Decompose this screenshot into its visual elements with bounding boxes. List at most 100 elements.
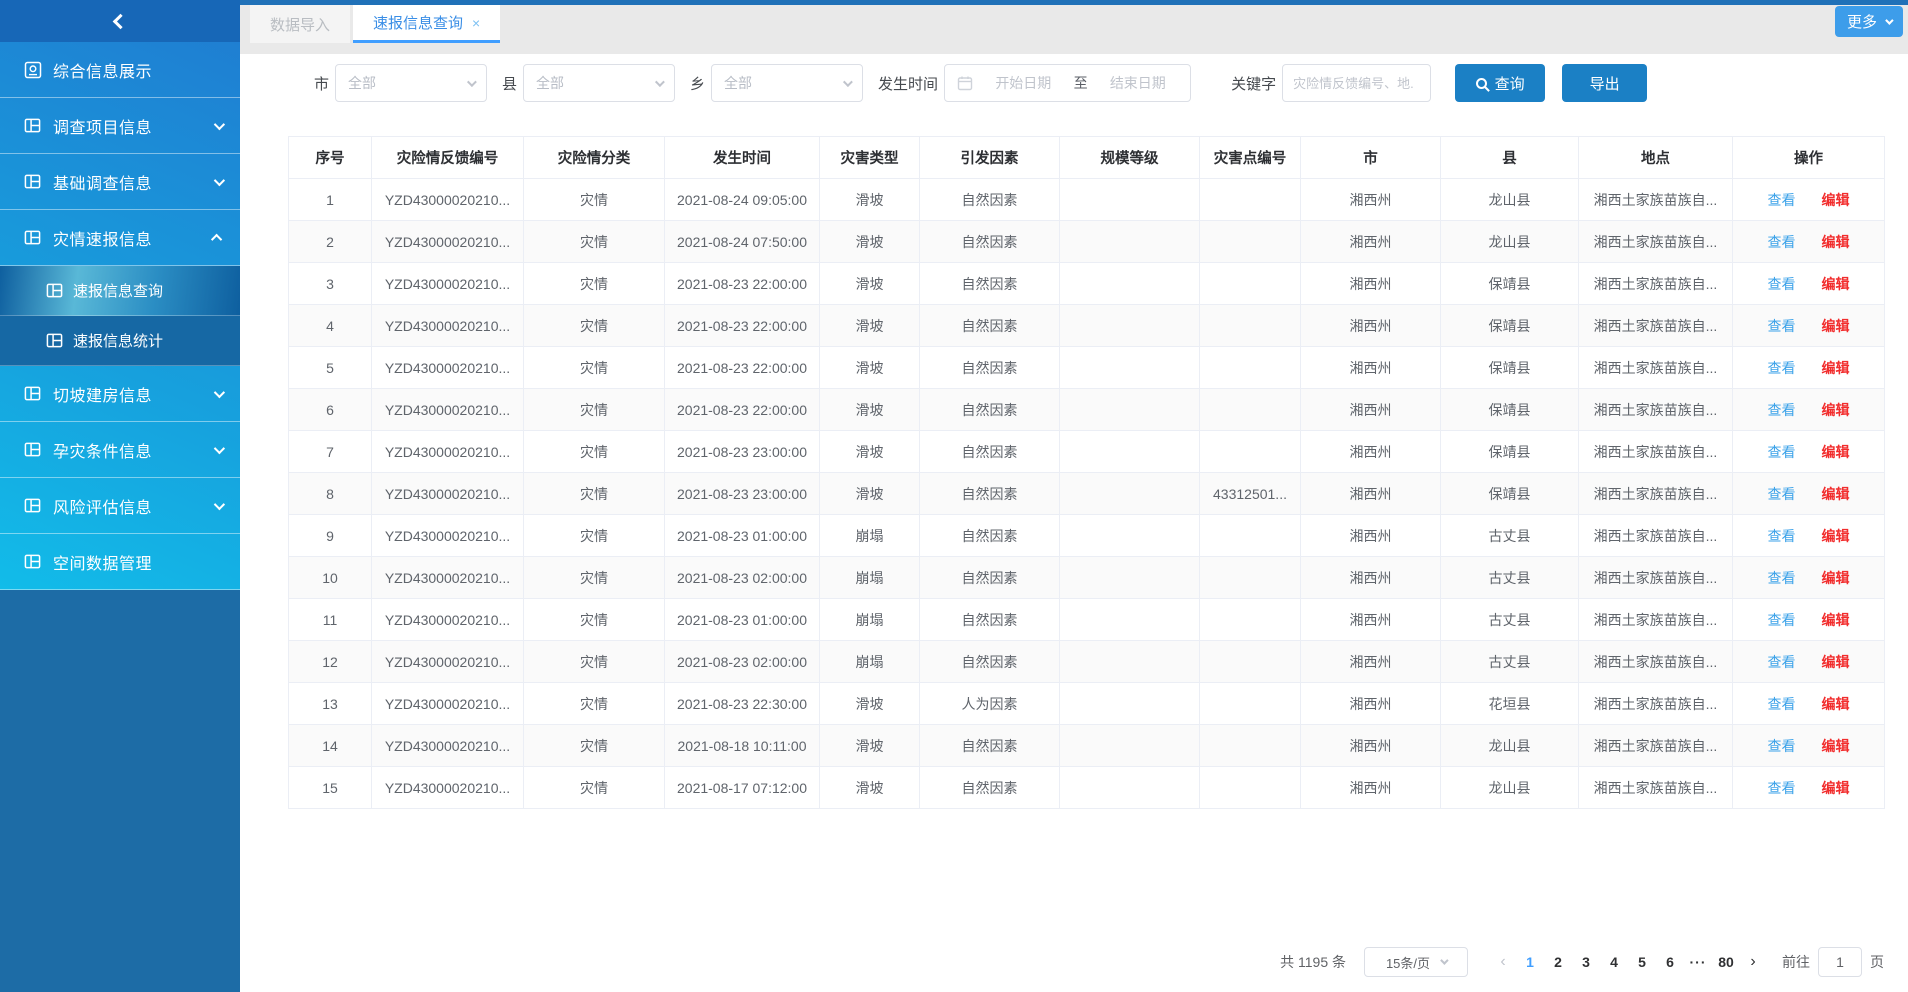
edit-link[interactable]: 编辑 bbox=[1822, 696, 1850, 712]
dashboard-icon bbox=[24, 61, 42, 79]
town-filter-label: 乡 bbox=[690, 73, 705, 94]
view-link[interactable]: 查看 bbox=[1768, 570, 1796, 586]
view-link[interactable]: 查看 bbox=[1768, 234, 1796, 250]
search-button[interactable]: 查询 bbox=[1455, 64, 1545, 102]
next-page-button[interactable]: › bbox=[1740, 953, 1766, 971]
edit-link[interactable]: 编辑 bbox=[1822, 402, 1850, 418]
view-link[interactable]: 查看 bbox=[1768, 654, 1796, 670]
town-select[interactable]: 全部 bbox=[711, 64, 863, 102]
table-cell-category: 灾情 bbox=[524, 599, 665, 641]
page-button[interactable]: 5 bbox=[1628, 948, 1656, 976]
sidebar-item[interactable]: 调查项目信息 bbox=[0, 98, 240, 154]
table-cell-city: 湘西州 bbox=[1301, 641, 1441, 683]
view-link[interactable]: 查看 bbox=[1768, 192, 1796, 208]
view-link[interactable]: 查看 bbox=[1768, 528, 1796, 544]
tab[interactable]: 速报信息查询× bbox=[353, 5, 500, 43]
edit-link[interactable]: 编辑 bbox=[1822, 570, 1850, 586]
page-button[interactable]: 80 bbox=[1712, 948, 1740, 976]
table-icon bbox=[24, 385, 42, 403]
prev-page-button[interactable]: ‹ bbox=[1490, 953, 1516, 971]
view-link[interactable]: 查看 bbox=[1768, 402, 1796, 418]
more-button[interactable]: 更多 bbox=[1835, 6, 1903, 37]
page-button[interactable]: 4 bbox=[1600, 948, 1628, 976]
table-cell-scale bbox=[1060, 641, 1200, 683]
table-cell-county: 龙山县 bbox=[1441, 179, 1579, 221]
table-cell-type: 滑坡 bbox=[820, 389, 920, 431]
edit-link[interactable]: 编辑 bbox=[1822, 360, 1850, 376]
table-icon bbox=[24, 441, 42, 459]
goto-page-input[interactable] bbox=[1818, 947, 1862, 977]
edit-link[interactable]: 编辑 bbox=[1822, 234, 1850, 250]
sidebar-item[interactable]: 孕灾条件信息 bbox=[0, 422, 240, 478]
search-button-label: 查询 bbox=[1495, 73, 1525, 94]
edit-link[interactable]: 编辑 bbox=[1822, 444, 1850, 460]
table-cell-no: 1 bbox=[289, 179, 372, 221]
view-link[interactable]: 查看 bbox=[1768, 612, 1796, 628]
view-link[interactable]: 查看 bbox=[1768, 318, 1796, 334]
table-cell-type: 滑坡 bbox=[820, 431, 920, 473]
table-cell-code: YZD43000020210... bbox=[372, 683, 524, 725]
county-select[interactable]: 全部 bbox=[523, 64, 675, 102]
edit-link[interactable]: 编辑 bbox=[1822, 738, 1850, 754]
date-range-input[interactable]: 开始日期 至 结束日期 bbox=[944, 64, 1191, 102]
table-cell-actions: 查看 编辑 bbox=[1733, 557, 1885, 599]
view-link[interactable]: 查看 bbox=[1768, 360, 1796, 376]
table-cell-no: 2 bbox=[289, 221, 372, 263]
page-button[interactable]: 2 bbox=[1544, 948, 1572, 976]
table-cell-code: YZD43000020210... bbox=[372, 473, 524, 515]
sidebar-item[interactable]: 风险评估信息 bbox=[0, 478, 240, 534]
goto-suffix-label: 页 bbox=[1870, 952, 1884, 972]
table-cell-location: 湘西土家族苗族自... bbox=[1579, 515, 1733, 557]
edit-link[interactable]: 编辑 bbox=[1822, 192, 1850, 208]
edit-link[interactable]: 编辑 bbox=[1822, 654, 1850, 670]
table-cell-county: 龙山县 bbox=[1441, 767, 1579, 809]
table-cell-type: 滑坡 bbox=[820, 263, 920, 305]
table-cell-scale bbox=[1060, 347, 1200, 389]
view-link[interactable]: 查看 bbox=[1768, 780, 1796, 796]
edit-link[interactable]: 编辑 bbox=[1822, 486, 1850, 502]
edit-link[interactable]: 编辑 bbox=[1822, 276, 1850, 292]
tab[interactable]: 数据导入 bbox=[250, 5, 350, 43]
edit-link[interactable]: 编辑 bbox=[1822, 612, 1850, 628]
edit-link[interactable]: 编辑 bbox=[1822, 780, 1850, 796]
view-link[interactable]: 查看 bbox=[1768, 738, 1796, 754]
view-link[interactable]: 查看 bbox=[1768, 276, 1796, 292]
table-cell-location: 湘西土家族苗族自... bbox=[1579, 389, 1733, 431]
table-cell-time: 2021-08-23 22:00:00 bbox=[665, 263, 820, 305]
sidebar-subitem[interactable]: 速报信息统计 bbox=[0, 316, 240, 366]
page-button[interactable]: 1 bbox=[1516, 948, 1544, 976]
table-cell-factor: 自然因素 bbox=[920, 557, 1060, 599]
view-link[interactable]: 查看 bbox=[1768, 486, 1796, 502]
table-cell-time: 2021-08-23 02:00:00 bbox=[665, 557, 820, 599]
table-cell-location: 湘西土家族苗族自... bbox=[1579, 347, 1733, 389]
table-cell-scale bbox=[1060, 725, 1200, 767]
sidebar-item[interactable]: 综合信息展示 bbox=[0, 42, 240, 98]
edit-link[interactable]: 编辑 bbox=[1822, 318, 1850, 334]
sidebar-item[interactable]: 基础调查信息 bbox=[0, 154, 240, 210]
page-button[interactable]: 6 bbox=[1656, 948, 1684, 976]
page-button[interactable]: 3 bbox=[1572, 948, 1600, 976]
page-size-select[interactable]: 15条/页 bbox=[1364, 947, 1468, 977]
table-cell-actions: 查看 编辑 bbox=[1733, 725, 1885, 767]
table-row: 10YZD43000020210...灾情2021-08-23 02:00:00… bbox=[289, 557, 1885, 599]
view-link[interactable]: 查看 bbox=[1768, 444, 1796, 460]
table-cell-scale bbox=[1060, 683, 1200, 725]
export-button[interactable]: 导出 bbox=[1562, 64, 1647, 102]
chevron-down-icon bbox=[214, 498, 225, 509]
city-select[interactable]: 全部 bbox=[335, 64, 487, 102]
table-cell-location: 湘西土家族苗族自... bbox=[1579, 473, 1733, 515]
sidebar-subitem[interactable]: 速报信息查询 bbox=[0, 266, 240, 316]
sidebar-item[interactable]: 切坡建房信息 bbox=[0, 366, 240, 422]
close-icon[interactable]: × bbox=[472, 16, 480, 30]
sidebar-collapse-button[interactable] bbox=[0, 0, 240, 42]
sidebar-item[interactable]: 灾情速报信息 bbox=[0, 210, 240, 266]
view-link[interactable]: 查看 bbox=[1768, 696, 1796, 712]
city-select-value: 全部 bbox=[348, 73, 467, 93]
table-cell-factor: 自然因素 bbox=[920, 263, 1060, 305]
table-cell-city: 湘西州 bbox=[1301, 431, 1441, 473]
edit-link[interactable]: 编辑 bbox=[1822, 528, 1850, 544]
sidebar-item[interactable]: 空间数据管理 bbox=[0, 534, 240, 590]
main-area: 数据导入速报信息查询× 更多 市 全部 县 全部 乡 全部 发生时间 bbox=[240, 0, 1908, 992]
keyword-input[interactable] bbox=[1282, 64, 1431, 102]
table-row: 14YZD43000020210...灾情2021-08-18 10:11:00… bbox=[289, 725, 1885, 767]
